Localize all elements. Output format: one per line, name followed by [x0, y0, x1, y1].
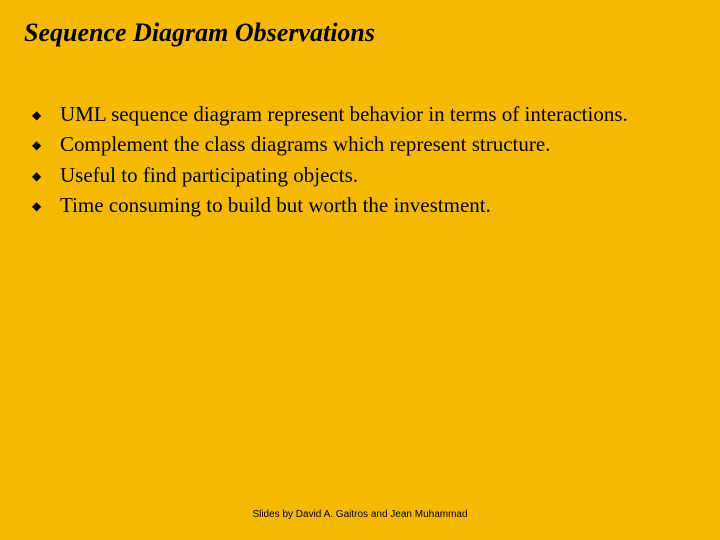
bullet-text: Time consuming to build but worth the in… [60, 191, 660, 219]
bullet-list: ◆ UML sequence diagram represent behavio… [0, 48, 720, 219]
list-item: ◆ Complement the class diagrams which re… [30, 130, 660, 158]
slide-footer: Slides by David A. Gaitros and Jean Muha… [0, 509, 720, 520]
bullet-text: Useful to find participating objects. [60, 161, 660, 189]
bullet-icon: ◆ [30, 191, 60, 214]
bullet-icon: ◆ [30, 100, 60, 123]
list-item: ◆ UML sequence diagram represent behavio… [30, 100, 660, 128]
list-item: ◆ Time consuming to build but worth the … [30, 191, 660, 219]
list-item: ◆ Useful to find participating objects. [30, 161, 660, 189]
bullet-text: UML sequence diagram represent behavior … [60, 100, 660, 128]
slide-title: Sequence Diagram Observations [0, 0, 720, 48]
bullet-icon: ◆ [30, 130, 60, 153]
bullet-text: Complement the class diagrams which repr… [60, 130, 660, 158]
bullet-icon: ◆ [30, 161, 60, 184]
